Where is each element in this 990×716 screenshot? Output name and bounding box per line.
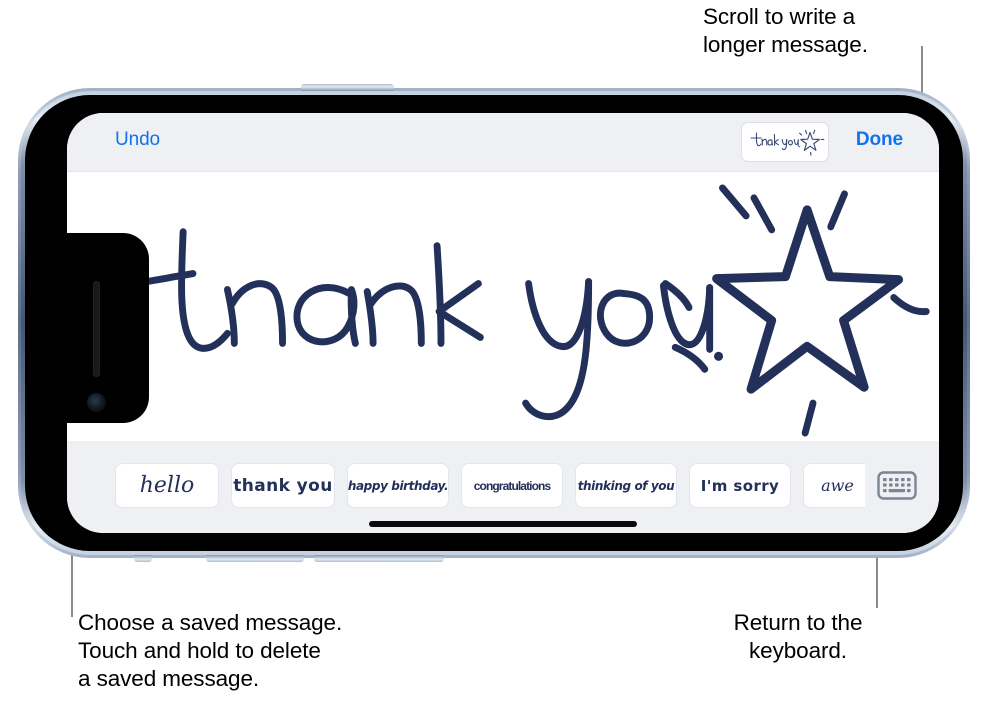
saved-message-label: congratulations	[473, 478, 551, 493]
saved-message-card[interactable]: I'm sorry	[689, 463, 791, 508]
device-bezel: Undo Done hello thank you happy birthday…	[25, 95, 963, 551]
volume-up-button[interactable]	[301, 84, 394, 91]
saved-message-card[interactable]: congratulations	[461, 463, 563, 508]
undo-button[interactable]: Undo	[115, 129, 160, 151]
saved-message-card[interactable]: hello	[115, 463, 219, 508]
saved-message-card[interactable]: awe	[803, 463, 865, 508]
handwriting-ink	[106, 184, 930, 437]
saved-message-label: awe	[821, 476, 854, 495]
thumbnail-preview-icon	[750, 129, 825, 156]
earpiece-speaker	[93, 281, 100, 377]
app-toolbar: Undo Done	[67, 113, 939, 171]
keyboard-button[interactable]	[877, 471, 917, 500]
home-indicator[interactable]	[369, 521, 637, 527]
ring-silent-switch[interactable]	[134, 555, 152, 562]
device-notch	[67, 233, 149, 423]
callout-choose-saved-message: Choose a saved message. Touch and hold t…	[78, 610, 343, 691]
handwriting-canvas[interactable]	[67, 171, 939, 441]
power-button[interactable]	[206, 555, 304, 562]
device-screen: Undo Done hello thank you happy birthday…	[67, 113, 939, 533]
done-button[interactable]: Done	[856, 129, 903, 151]
saved-message-label: hello	[139, 473, 195, 498]
keyboard-icon	[877, 471, 917, 500]
message-thumbnail-button[interactable]	[741, 122, 829, 162]
saved-message-card[interactable]: happy birthday.	[347, 463, 449, 508]
saved-message-label: thank you	[233, 475, 333, 496]
front-camera	[87, 393, 106, 412]
saved-message-label: I'm sorry	[700, 476, 780, 495]
saved-message-card[interactable]: thank you	[231, 463, 335, 508]
saved-message-label: thinking of you	[577, 478, 675, 493]
iphone-device: Undo Done hello thank you happy birthday…	[18, 84, 970, 562]
volume-down-button[interactable]	[314, 555, 444, 562]
saved-message-label: happy birthday.	[347, 478, 449, 493]
saved-message-card[interactable]: thinking of you	[575, 463, 677, 508]
callout-return-to-keyboard: Return to the keyboard.	[733, 610, 863, 663]
callout-scroll-to-write: Scroll to write a longer message.	[703, 4, 868, 57]
screenshot-root: Scroll to write a longer message. Choose…	[0, 0, 990, 716]
